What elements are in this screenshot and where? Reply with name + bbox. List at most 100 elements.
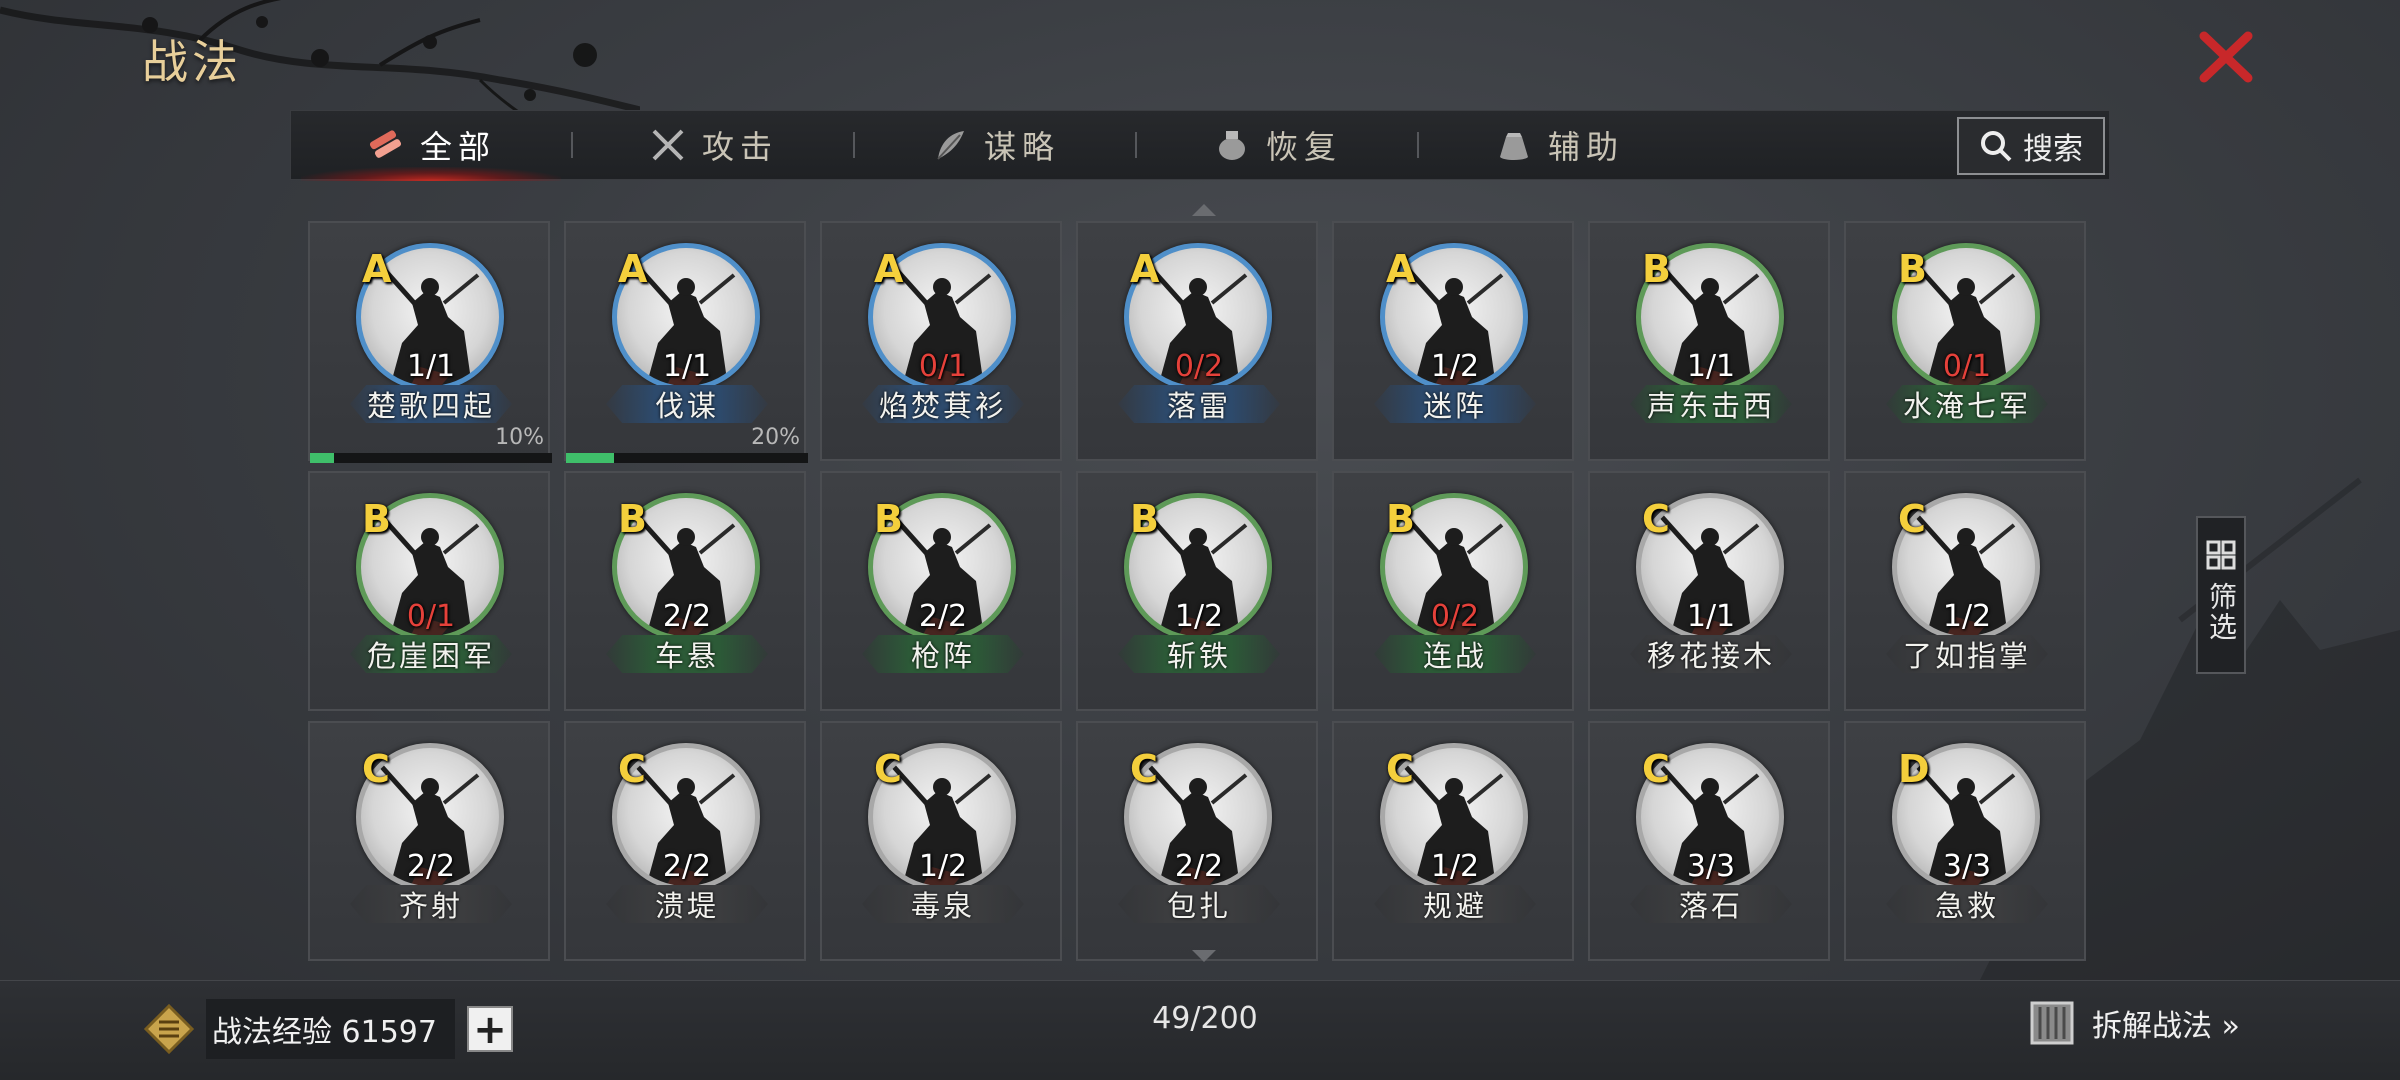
tab-label: 攻击 [701,128,778,166]
skill-name: 迷阵 [1374,385,1536,423]
disassemble-label: 拆解战法 » [2092,1009,2240,1044]
skill-card[interactable]: A 1/1 楚歌四起 10% [308,221,552,463]
grade-badge: C [1130,747,1158,791]
search-icon [1981,131,2012,162]
skill-card[interactable]: B 0/1 水淹七军 [1844,221,2086,461]
skill-card[interactable]: A 1/1 伐谋 20% [564,221,808,463]
skill-count: 2/2 [406,849,456,884]
skill-card[interactable]: B 0/2 连战 [1332,471,1574,711]
tab-recover[interactable]: 恢复 [1137,110,1417,180]
grade-badge: C [362,747,390,791]
skill-count: 1/1 [1686,599,1736,634]
skill-count: 3/3 [1942,849,1992,884]
skill-count: 2/2 [918,599,968,634]
grade-badge: B [874,497,903,541]
skill-count: 0/2 [1430,599,1480,634]
grade-badge: B [618,497,647,541]
skill-name: 移花接木 [1630,635,1792,673]
bottom-bar: 战法经验 61597 + 49/200 拆解战法 » [0,980,2400,1080]
search-label: 搜索 [2023,132,2083,167]
skill-card[interactable]: B 2/2 枪阵 [820,471,1062,711]
skill-count: 1/2 [1174,599,1224,634]
grade-badge: C [1898,497,1926,541]
medicine-pot-icon [1218,131,1245,160]
tab-attack[interactable]: 攻击 [573,110,853,180]
feather-fan-icon [937,131,964,160]
scroll-icon [2030,1001,2074,1045]
skill-name: 落雷 [1118,385,1280,423]
skill-count: 1/2 [1430,849,1480,884]
grade-badge: D [1898,747,1930,791]
tab-strategy[interactable]: 谋略 [855,110,1135,180]
skill-count: 2/2 [1174,849,1224,884]
skill-name: 斩铁 [1118,635,1280,673]
skill-count: 3/3 [1686,849,1736,884]
skill-count: 1/2 [1942,599,1992,634]
skill-card[interactable]: C 1/2 规避 [1332,721,1574,961]
skill-name: 规避 [1374,885,1536,923]
skill-card[interactable]: B 2/2 车悬 [564,471,806,711]
skill-card[interactable]: C 2/2 溃堤 [564,721,806,961]
upgrade-progress-bar [310,453,552,463]
skill-card[interactable]: D 3/3 急救 [1844,721,2086,961]
skill-grid: A 1/1 楚歌四起 10% A 1/1 伐谋 20% A 0/1 焰焚萁衫 A 0/2 落雷 A 1/2 迷阵… [308,221,2086,961]
skill-name: 包扎 [1118,885,1280,923]
grade-badge: C [1642,747,1670,791]
skill-count: 1/2 [1430,349,1480,384]
tab-label: 谋略 [983,128,1060,166]
skill-card[interactable]: B 1/1 声东击西 [1588,221,1830,461]
scroll-down-arrow-icon [1192,950,1216,962]
skill-card[interactable]: C 1/2 了如指掌 [1844,471,2086,711]
skill-card[interactable]: C 1/2 毒泉 [820,721,1062,961]
grade-badge: A [1130,247,1160,291]
skill-card[interactable]: A 0/2 落雷 [1076,221,1318,461]
close-icon[interactable] [2196,28,2256,86]
skill-capacity: 49/200 [1152,1001,1258,1036]
skill-name: 齐射 [350,885,512,923]
skill-card[interactable]: A 1/2 迷阵 [1332,221,1574,461]
skill-card[interactable]: A 0/1 焰焚萁衫 [820,221,1062,461]
skill-card[interactable]: C 1/1 移花接木 [1588,471,1830,711]
upgrade-progress-label: 20% [751,425,800,450]
upgrade-progress-label: 10% [495,425,544,450]
upgrade-progress-bar [566,453,808,463]
skill-count: 0/1 [1942,349,1992,384]
tab-label: 辅助 [1547,128,1624,166]
skill-card[interactable]: B 0/1 危崖困军 [308,471,550,711]
crossed-swords-icon [652,129,684,161]
disassemble-skill-button[interactable]: 拆解战法 » [2024,995,2240,1051]
grade-badge: A [1386,247,1416,291]
skill-name: 毒泉 [862,885,1024,923]
skill-card[interactable]: B 1/2 斩铁 [1076,471,1318,711]
grade-badge: B [1898,247,1927,291]
add-exp-button[interactable]: + [466,1006,513,1052]
tab-support[interactable]: 辅助 [1419,110,1699,180]
grade-badge: B [1642,247,1671,291]
page-title: 战法 [142,35,242,89]
tab-all[interactable]: 全部 [291,110,571,181]
scroll-bundle-icon [369,130,402,158]
skill-name: 溃堤 [606,885,768,923]
grade-badge: A [618,247,648,291]
filter-label: 筛选 [2205,582,2238,642]
tab-label: 全部 [419,128,496,166]
filter-button[interactable]: 筛选 [2196,516,2246,674]
skill-name: 声东击西 [1630,385,1792,423]
skill-name: 落石 [1630,885,1792,923]
skill-count: 0/1 [406,599,456,634]
search-button[interactable]: 搜索 [1957,117,2105,175]
skill-card[interactable]: C 2/2 包扎 [1076,721,1318,961]
skill-card[interactable]: C 2/2 齐射 [308,721,550,961]
skill-count: 1/1 [1686,349,1736,384]
skill-name: 楚歌四起 [350,385,512,423]
skill-count: 1/1 [406,349,456,384]
grade-badge: C [1642,497,1670,541]
skill-exp-emblem-icon [144,1004,194,1054]
grade-badge: A [874,247,904,291]
skill-name: 急救 [1886,885,2048,923]
skill-exp-label: 战法经验 61597 [206,999,455,1059]
skill-name: 了如指掌 [1886,635,2048,673]
tab-label: 恢复 [1265,128,1342,166]
skill-card[interactable]: C 3/3 落石 [1588,721,1830,961]
grade-badge: C [874,747,902,791]
